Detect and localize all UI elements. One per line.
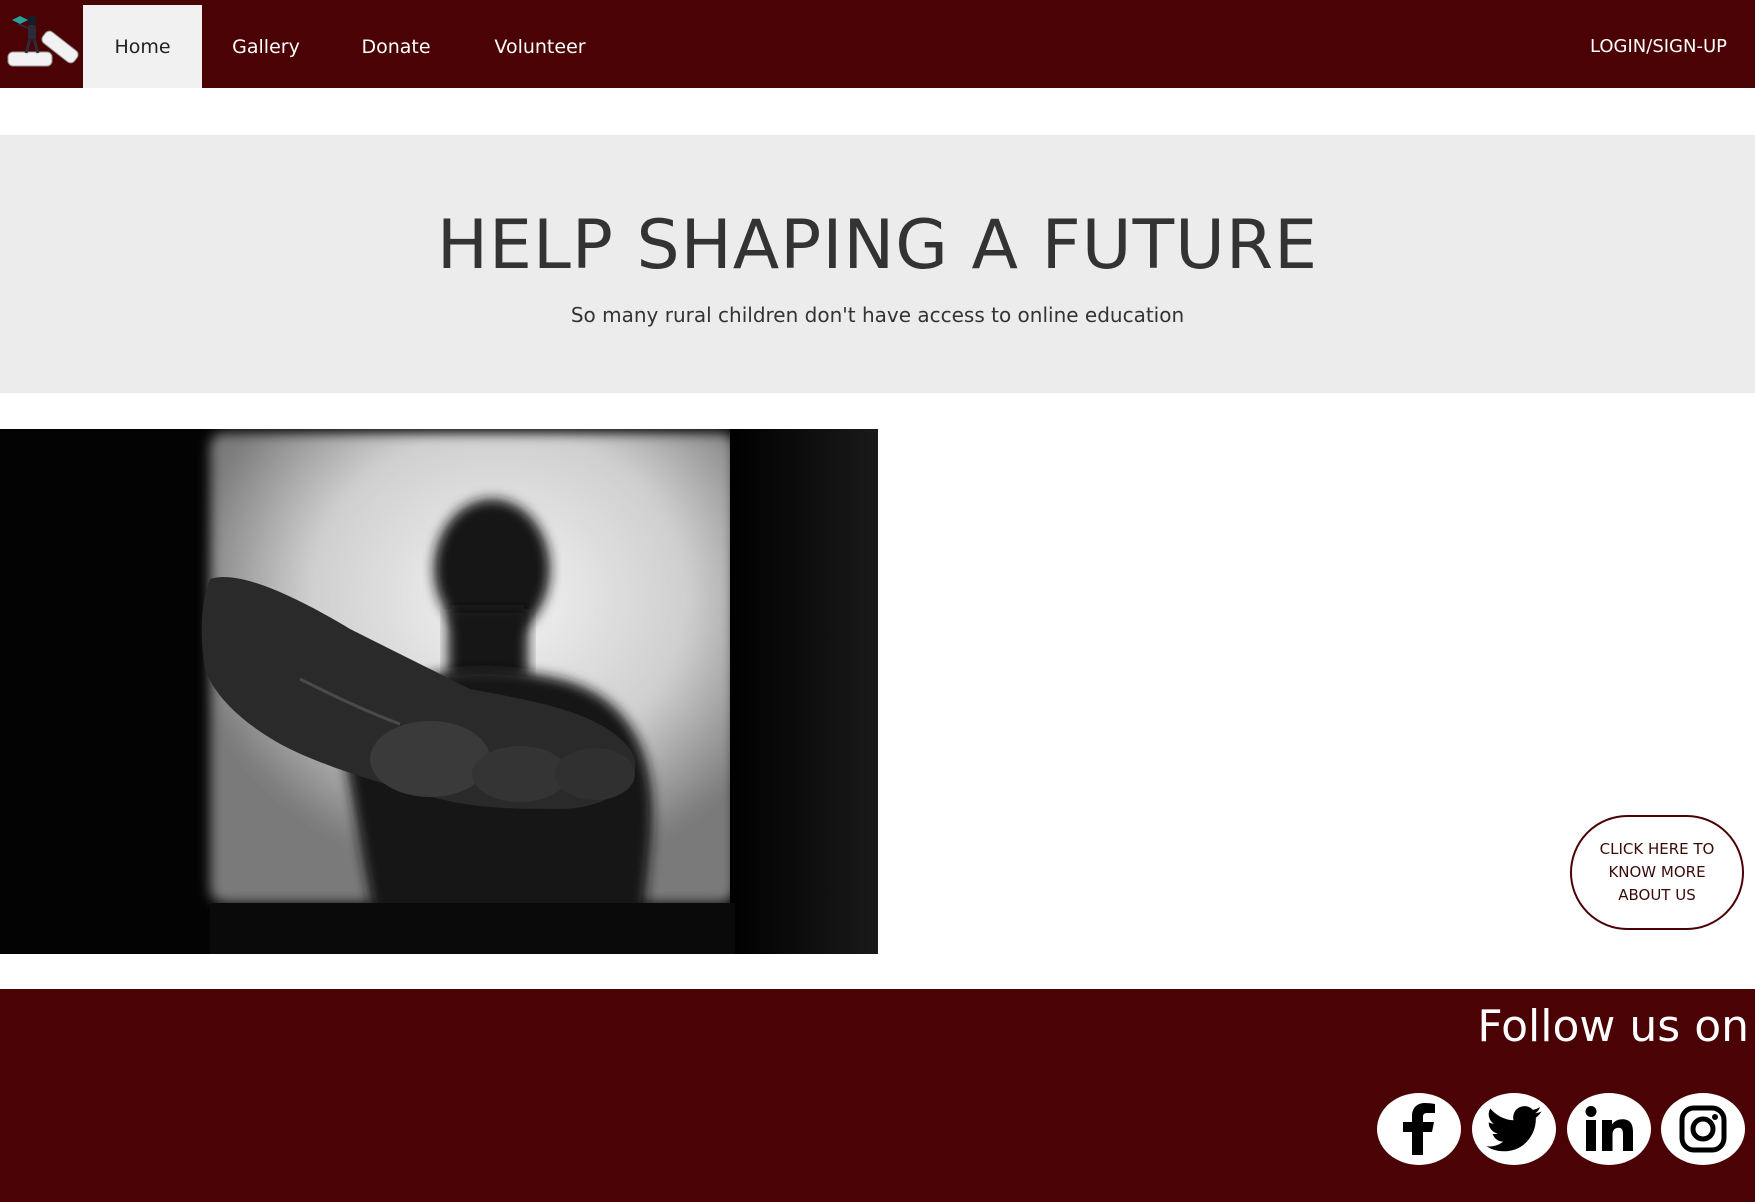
navbar: Home Gallery Donate Volunteer LOGIN/SIGN… xyxy=(0,0,1755,88)
linkedin-icon xyxy=(1585,1106,1633,1151)
facebook-icon xyxy=(1403,1103,1435,1155)
nav-gallery-label: Gallery xyxy=(232,35,300,58)
nav-home[interactable]: Home xyxy=(83,5,202,88)
logo-icon[interactable] xyxy=(6,8,82,74)
nav-volunteer-label: Volunteer xyxy=(494,35,586,58)
hero-title: HELP SHAPING A FUTURE xyxy=(436,206,1319,285)
hero-photo xyxy=(0,429,878,954)
login-signup-link[interactable]: LOGIN/SIGN-UP xyxy=(1590,5,1727,88)
instagram-icon xyxy=(1679,1105,1727,1153)
facebook-link[interactable] xyxy=(1377,1093,1461,1165)
twitter-icon xyxy=(1486,1106,1542,1152)
nav-gallery[interactable]: Gallery xyxy=(214,5,318,88)
nav-donate[interactable]: Donate xyxy=(342,5,450,88)
nav-home-label: Home xyxy=(114,35,171,58)
follow-us-heading: Follow us on xyxy=(1477,1001,1749,1052)
hero-subtitle: So many rural children don't have access… xyxy=(570,303,1185,327)
twitter-link[interactable] xyxy=(1472,1093,1556,1165)
about-us-button[interactable]: CLICK HERE TO KNOW MORE ABOUT US xyxy=(1570,815,1744,930)
login-signup-label: LOGIN/SIGN-UP xyxy=(1589,36,1727,57)
footer: Follow us on xyxy=(0,989,1755,1202)
about-us-label: CLICK HERE TO KNOW MORE ABOUT US xyxy=(1599,840,1715,904)
nav-volunteer[interactable]: Volunteer xyxy=(474,5,606,88)
nav-donate-label: Donate xyxy=(361,35,431,58)
hero-banner: HELP SHAPING A FUTURE So many rural chil… xyxy=(0,135,1755,393)
instagram-link[interactable] xyxy=(1661,1093,1745,1165)
linkedin-link[interactable] xyxy=(1567,1093,1651,1165)
